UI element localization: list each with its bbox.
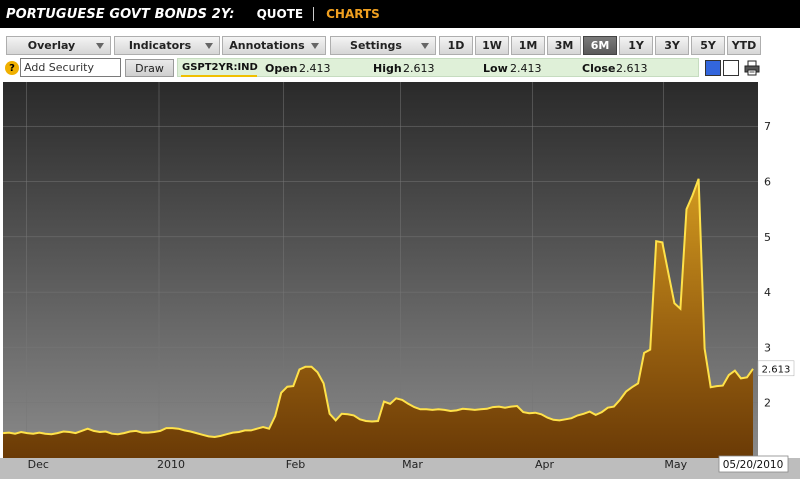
range-1m-button[interactable]: 1M bbox=[511, 36, 545, 55]
range-ytd-button[interactable]: YTD bbox=[727, 36, 761, 55]
charts-tab-link[interactable]: CHARTS bbox=[326, 7, 380, 21]
overlay-menu-label: Overlay bbox=[27, 39, 76, 52]
page-title: PORTUGUESE GOVT BONDS 2Y: bbox=[6, 6, 235, 22]
printer-icon[interactable] bbox=[744, 60, 760, 76]
indicators-menu[interactable]: Indicators bbox=[114, 36, 220, 55]
draw-button[interactable]: Draw bbox=[125, 59, 174, 77]
range-1w-button[interactable]: 1W bbox=[475, 36, 509, 55]
chevron-down-icon bbox=[311, 43, 319, 49]
symbol-label: GSPT2YR:IND bbox=[182, 62, 258, 73]
x-tick-label: Apr bbox=[535, 458, 555, 471]
chevron-down-icon bbox=[421, 43, 429, 49]
range-3y-button[interactable]: 3Y bbox=[655, 36, 689, 55]
color-swatch-white[interactable] bbox=[723, 60, 739, 76]
range-3m-button[interactable]: 3M bbox=[547, 36, 581, 55]
y-tick-label: 2 bbox=[764, 397, 771, 410]
overlay-menu[interactable]: Overlay bbox=[6, 36, 111, 55]
chevron-down-icon bbox=[96, 43, 104, 49]
y-tick-label: 5 bbox=[764, 231, 771, 244]
chart-toolbar: Overlay Indicators Annotations Settings … bbox=[0, 28, 800, 58]
last-value-label: 2.613 bbox=[762, 364, 791, 375]
settings-menu[interactable]: Settings bbox=[330, 36, 436, 55]
y-tick-label: 3 bbox=[764, 341, 771, 354]
open-value: 2.413 bbox=[299, 62, 331, 75]
y-tick-label: 4 bbox=[764, 286, 771, 299]
y-tick-label: 7 bbox=[764, 120, 771, 133]
high-value: 2.613 bbox=[403, 62, 435, 75]
low-value: 2.413 bbox=[510, 62, 542, 75]
date-badge: 05/20/2010 bbox=[718, 455, 789, 473]
color-swatch-blue[interactable] bbox=[705, 60, 721, 76]
series-color-underline bbox=[181, 75, 257, 77]
quote-summary: GSPT2YR:IND Open 2.413 High 2.613 Low 2.… bbox=[177, 58, 699, 77]
x-tick-label: Mar bbox=[402, 458, 423, 471]
x-tick-label: Feb bbox=[286, 458, 305, 471]
x-tick-label: May bbox=[664, 458, 687, 471]
settings-menu-label: Settings bbox=[350, 39, 402, 52]
high-label: High bbox=[373, 62, 402, 75]
low-label: Low bbox=[483, 62, 508, 75]
header-divider bbox=[313, 7, 315, 21]
header-bar: PORTUGUESE GOVT BONDS 2Y: QUOTE CHARTS bbox=[0, 0, 800, 28]
quote-tab-link[interactable]: QUOTE bbox=[257, 7, 304, 21]
current-date-label: 05/20/2010 bbox=[723, 459, 784, 471]
x-tick-label: 2010 bbox=[157, 458, 185, 471]
indicators-menu-label: Indicators bbox=[128, 39, 192, 52]
range-1d-button[interactable]: 1D bbox=[439, 36, 473, 55]
range-6m-button[interactable]: 6M bbox=[583, 36, 617, 55]
price-chart[interactable]: 2 3 4 5 6 7 Dec 2010 Feb Mar Apr May 2.613 05/20/2… bbox=[0, 80, 800, 479]
range-1y-button[interactable]: 1Y bbox=[619, 36, 653, 55]
help-icon[interactable]: ? bbox=[5, 61, 19, 75]
annotations-menu-label: Annotations bbox=[229, 39, 305, 52]
security-bar: ? Draw GSPT2YR:IND Open 2.413 High 2.613… bbox=[0, 58, 800, 80]
range-5y-button[interactable]: 5Y bbox=[691, 36, 725, 55]
y-tick-label: 6 bbox=[764, 176, 771, 189]
close-label: Close bbox=[582, 62, 616, 75]
chart-area: 2 3 4 5 6 7 Dec 2010 Feb Mar Apr May 2.613 05/20/2… bbox=[0, 80, 800, 479]
open-label: Open bbox=[265, 62, 298, 75]
add-security-input[interactable] bbox=[20, 58, 121, 77]
chevron-down-icon bbox=[205, 43, 213, 49]
x-tick-label: Dec bbox=[28, 458, 49, 471]
close-value: 2.613 bbox=[616, 62, 648, 75]
last-value-badge: 2.613 bbox=[757, 360, 795, 377]
annotations-menu[interactable]: Annotations bbox=[222, 36, 326, 55]
